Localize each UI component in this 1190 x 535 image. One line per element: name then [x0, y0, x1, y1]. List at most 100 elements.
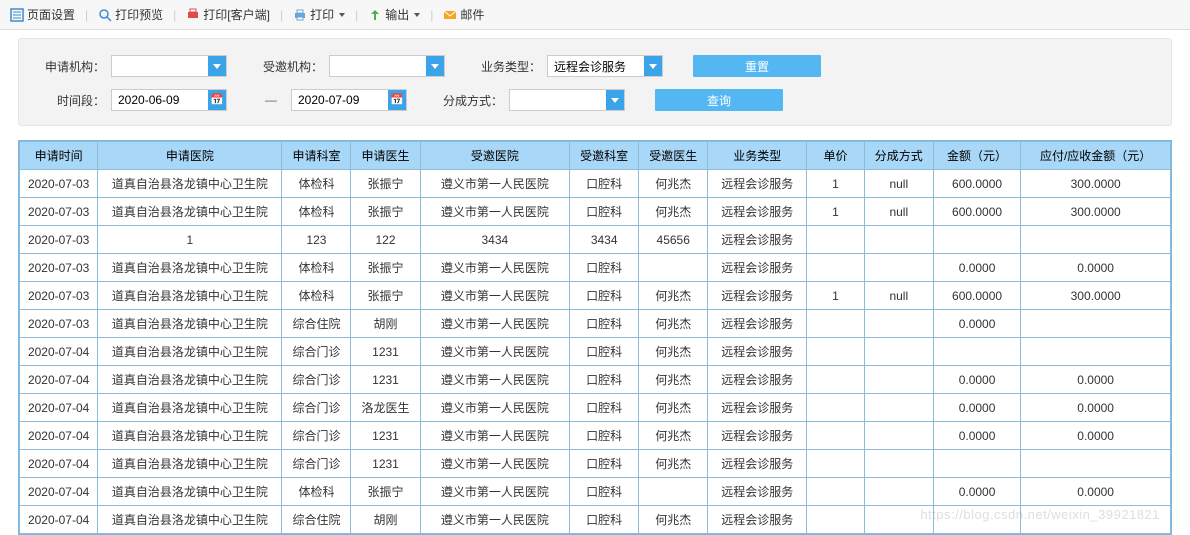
export-button[interactable]: 输出: [366, 4, 422, 25]
dropdown-trigger[interactable]: [426, 56, 444, 76]
table-cell: 遵义市第一人民医院: [420, 310, 570, 338]
biz-type-input[interactable]: [548, 56, 644, 76]
invited-org-select[interactable]: [329, 55, 445, 77]
table-row[interactable]: 2020-07-04道真自治县洛龙镇中心卫生院综合门诊1231遵义市第一人民医院…: [20, 366, 1171, 394]
column-header: 受邀医生: [639, 142, 708, 170]
table-cell: 遵义市第一人民医院: [420, 254, 570, 282]
table-header-row: 申请时间申请医院申请科室申请医生受邀医院受邀科室受邀医生业务类型单价分成方式金额…: [20, 142, 1171, 170]
split-mode-select[interactable]: [509, 89, 625, 111]
table-cell: 遵义市第一人民医院: [420, 338, 570, 366]
table-cell: 1: [807, 170, 865, 198]
print-preview-button[interactable]: 打印预览: [96, 4, 165, 25]
calendar-icon: 📅: [390, 95, 404, 106]
apply-org-input[interactable]: [112, 56, 208, 76]
reset-button[interactable]: 重置: [693, 55, 821, 77]
table-cell: 3434: [420, 226, 570, 254]
table-row[interactable]: 2020-07-03道真自治县洛龙镇中心卫生院综合住院胡刚遵义市第一人民医院口腔…: [20, 310, 1171, 338]
table-cell: 口腔科: [570, 422, 639, 450]
table-row[interactable]: 2020-07-03道真自治县洛龙镇中心卫生院体检科张振宁遵义市第一人民医院口腔…: [20, 170, 1171, 198]
column-header: 应付/应收金额（元）: [1021, 142, 1171, 170]
table-cell: 远程会诊服务: [708, 226, 807, 254]
table-cell: 何兆杰: [639, 366, 708, 394]
table-cell: 远程会诊服务: [708, 198, 807, 226]
dropdown-trigger[interactable]: [644, 56, 662, 76]
table-cell: [639, 478, 708, 506]
table-cell: 遵义市第一人民医院: [420, 282, 570, 310]
table-cell: 1: [807, 282, 865, 310]
time-range-label: 时间段：: [39, 92, 105, 109]
dropdown-trigger[interactable]: [606, 90, 624, 110]
table-cell: 2020-07-04: [20, 338, 98, 366]
apply-org-select[interactable]: [111, 55, 227, 77]
calendar-trigger[interactable]: 📅: [208, 90, 226, 110]
table-cell: 何兆杰: [639, 506, 708, 534]
table-cell: 口腔科: [570, 282, 639, 310]
table-row[interactable]: 2020-07-03道真自治县洛龙镇中心卫生院体检科张振宁遵义市第一人民医院口腔…: [20, 254, 1171, 282]
date-to-field[interactable]: [292, 90, 388, 110]
table-cell: 遵义市第一人民医院: [420, 478, 570, 506]
table-row[interactable]: 2020-07-04道真自治县洛龙镇中心卫生院综合门诊洛龙医生遵义市第一人民医院…: [20, 394, 1171, 422]
table-cell: 体检科: [282, 478, 351, 506]
table-cell: 道真自治县洛龙镇中心卫生院: [98, 254, 282, 282]
table-cell: [807, 254, 865, 282]
table-cell: 道真自治县洛龙镇中心卫生院: [98, 394, 282, 422]
table-row[interactable]: 2020-07-03道真自治县洛龙镇中心卫生院体检科张振宁遵义市第一人民医院口腔…: [20, 198, 1171, 226]
column-header: 单价: [807, 142, 865, 170]
table-cell: 口腔科: [570, 198, 639, 226]
table-cell: null: [864, 282, 933, 310]
table-cell: 遵义市第一人民医院: [420, 450, 570, 478]
table-cell: 何兆杰: [639, 310, 708, 338]
table-body: 2020-07-03道真自治县洛龙镇中心卫生院体检科张振宁遵义市第一人民医院口腔…: [20, 170, 1171, 534]
table-cell: 远程会诊服务: [708, 422, 807, 450]
table-row[interactable]: 2020-07-04道真自治县洛龙镇中心卫生院综合门诊1231遵义市第一人民医院…: [20, 422, 1171, 450]
column-header: 申请科室: [282, 142, 351, 170]
table-cell: 道真自治县洛龙镇中心卫生院: [98, 282, 282, 310]
column-header: 申请医院: [98, 142, 282, 170]
table-row[interactable]: 2020-07-03道真自治县洛龙镇中心卫生院体检科张振宁遵义市第一人民医院口腔…: [20, 282, 1171, 310]
table-row[interactable]: 2020-07-04道真自治县洛龙镇中心卫生院综合门诊1231遵义市第一人民医院…: [20, 450, 1171, 478]
table-cell: 0.0000: [1021, 422, 1171, 450]
table-cell: 0.0000: [933, 366, 1020, 394]
column-header: 申请时间: [20, 142, 98, 170]
print-client-button[interactable]: 打印[客户端]: [184, 4, 272, 25]
table-row[interactable]: 2020-07-04道真自治县洛龙镇中心卫生院综合住院胡刚遵义市第一人民医院口腔…: [20, 506, 1171, 534]
date-to-input[interactable]: 📅: [291, 89, 407, 111]
query-button[interactable]: 查询: [655, 89, 783, 111]
split-mode-input[interactable]: [510, 90, 606, 110]
invited-org-label: 受邀机构：: [257, 58, 323, 75]
mail-icon: [443, 8, 457, 22]
print-client-icon: [186, 8, 200, 22]
table-cell: 口腔科: [570, 366, 639, 394]
table-cell: 远程会诊服务: [708, 478, 807, 506]
table-cell: 何兆杰: [639, 198, 708, 226]
table-row[interactable]: 2020-07-0311231223434343445656远程会诊服务: [20, 226, 1171, 254]
mail-button[interactable]: 邮件: [441, 4, 486, 25]
table-cell: [639, 254, 708, 282]
page-setup-button[interactable]: 页面设置: [8, 4, 77, 25]
table-cell: 洛龙医生: [351, 394, 420, 422]
table-cell: 300.0000: [1021, 198, 1171, 226]
column-header: 金额（元）: [933, 142, 1020, 170]
print-button[interactable]: 打印: [291, 4, 347, 25]
table-cell: [933, 338, 1020, 366]
calendar-trigger[interactable]: 📅: [388, 90, 406, 110]
table-cell: 300.0000: [1021, 282, 1171, 310]
table-cell: [1021, 226, 1171, 254]
table-cell: 张振宁: [351, 478, 420, 506]
column-header: 申请医生: [351, 142, 420, 170]
date-from-field[interactable]: [112, 90, 208, 110]
table-cell: 口腔科: [570, 170, 639, 198]
dropdown-trigger[interactable]: [208, 56, 226, 76]
table-cell: 远程会诊服务: [708, 282, 807, 310]
toolbar-label: 输出: [385, 6, 409, 23]
table-row[interactable]: 2020-07-04道真自治县洛龙镇中心卫生院体检科张振宁遵义市第一人民医院口腔…: [20, 478, 1171, 506]
table-cell: [1021, 450, 1171, 478]
invited-org-input[interactable]: [330, 56, 426, 76]
date-from-input[interactable]: 📅: [111, 89, 227, 111]
biz-type-select[interactable]: [547, 55, 663, 77]
table-cell: null: [864, 170, 933, 198]
table-row[interactable]: 2020-07-04道真自治县洛龙镇中心卫生院综合门诊1231遵义市第一人民医院…: [20, 338, 1171, 366]
table-cell: 口腔科: [570, 254, 639, 282]
table-cell: [1021, 506, 1171, 534]
table-cell: 远程会诊服务: [708, 310, 807, 338]
